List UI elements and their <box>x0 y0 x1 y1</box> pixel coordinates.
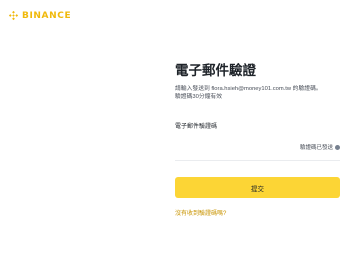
submit-button[interactable]: 提交 <box>175 177 340 198</box>
code-sent-hint: 驗證碼已發送 <box>300 143 340 151</box>
page-title: 電子郵件驗證 <box>175 63 256 79</box>
code-not-received-link[interactable]: 沒有收到驗證碼嗎? <box>175 208 340 217</box>
code-field-label: 電子郵件驗證碼 <box>175 124 218 130</box>
verification-description: 請輸入發送到 flora.hsieh@money101.com.tw 的驗證碼。… <box>175 86 322 100</box>
code-sent-text: 驗證碼已發送 <box>299 145 333 151</box>
brand-name: BINANCE <box>22 10 72 21</box>
verification-code-input[interactable] <box>175 134 275 158</box>
info-icon[interactable] <box>335 144 340 150</box>
email-verification-form: 電子郵件驗證 請輸入發送到 flora.hsieh@money101.com.t… <box>175 62 340 217</box>
binance-logo[interactable]: BINANCE <box>8 10 71 21</box>
binance-diamond-icon <box>8 10 19 21</box>
code-field: 驗證碼已發送 <box>175 134 340 161</box>
